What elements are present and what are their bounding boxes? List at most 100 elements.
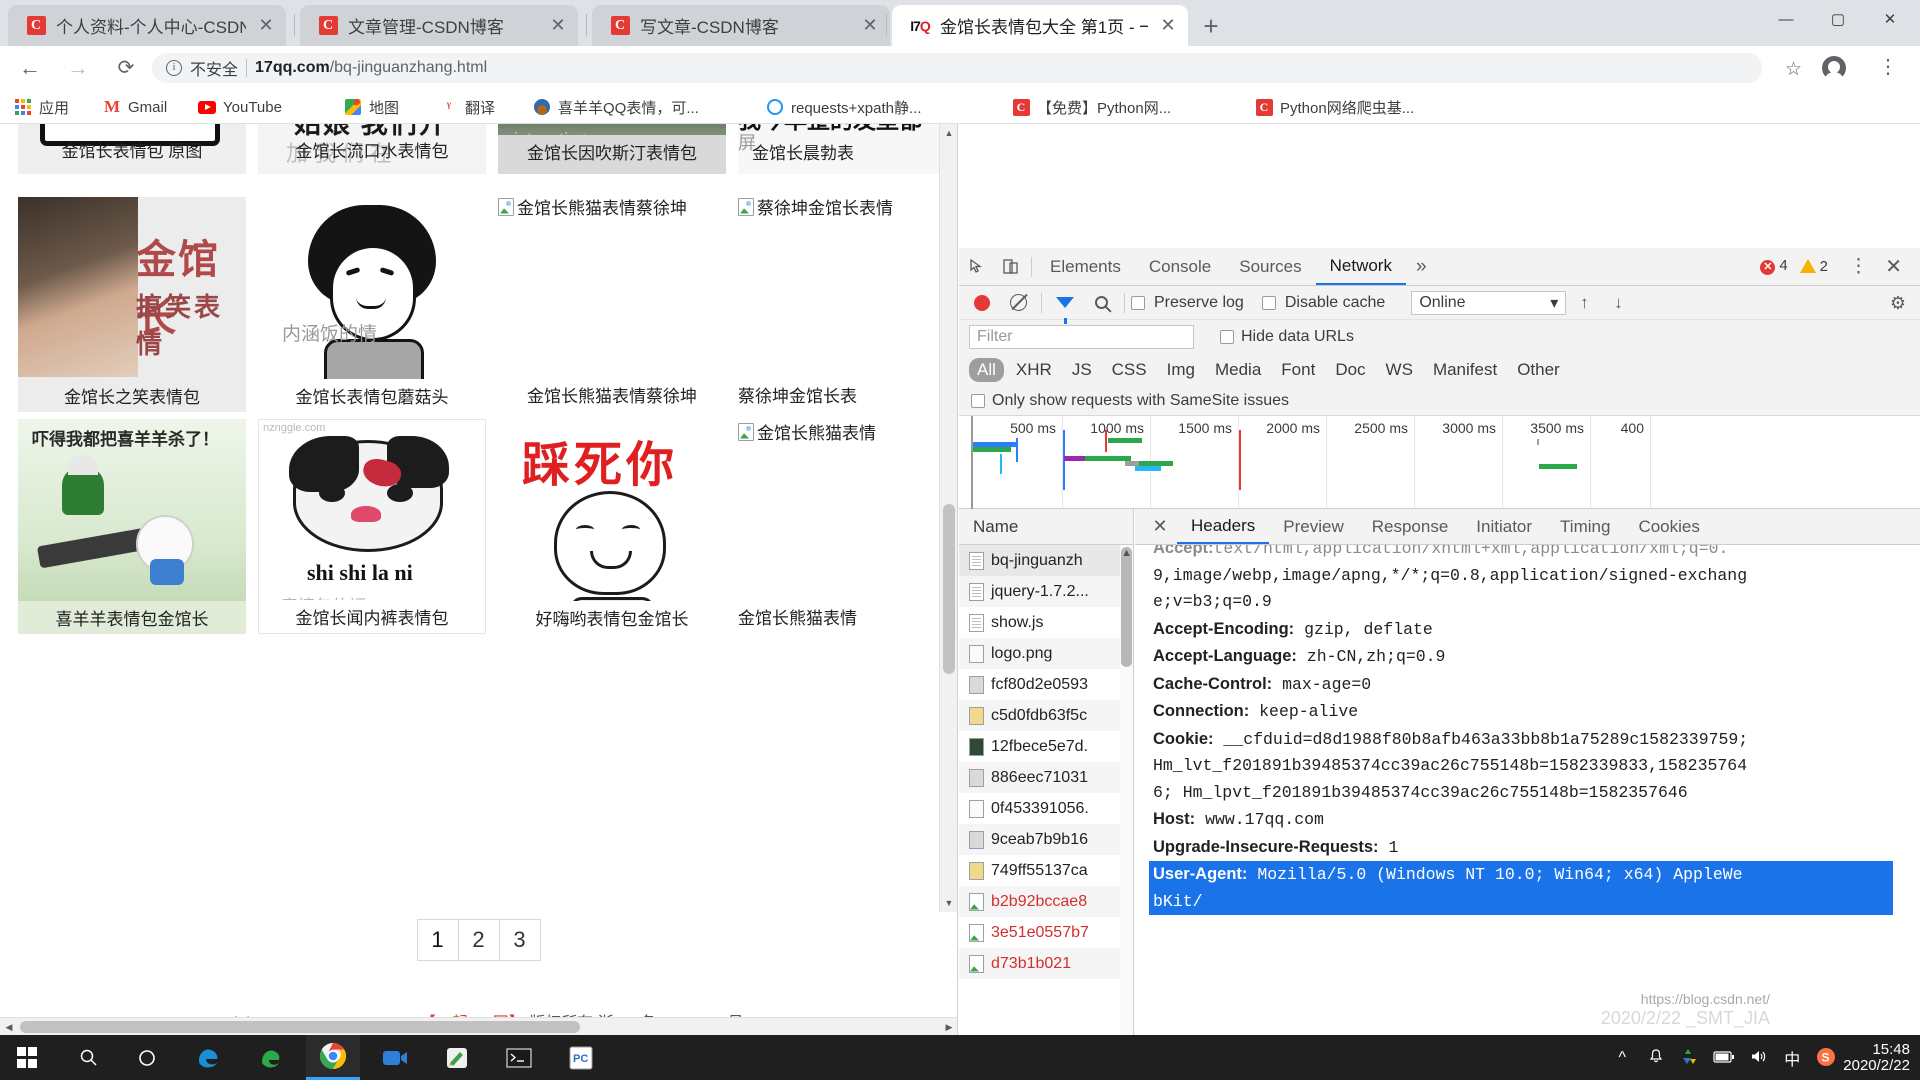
detail-tab-preview[interactable]: Preview (1269, 509, 1357, 544)
network-overview-timeline[interactable]: 500 ms 1000 ms 1500 ms 2000 ms 2500 ms 3… (959, 416, 1920, 509)
type-filter-img[interactable]: Img (1159, 358, 1203, 382)
bookmark-apps[interactable]: 应用 (14, 94, 69, 120)
table-row[interactable]: 3e51e0557b7 (959, 917, 1133, 948)
forward-arrow-icon[interactable]: → (62, 52, 94, 84)
gallery-cell-broken[interactable]: 金馆长熊猫表情 (738, 419, 958, 444)
browser-tab-1[interactable]: C 个人资料-个人中心-CSDN ✕ (8, 5, 286, 46)
table-row[interactable]: fcf80d2e0593 (959, 669, 1133, 700)
broken-image-item[interactable]: 蔡徐坤金馆长表情 (738, 194, 958, 219)
bookmark-youtube[interactable]: YouTube (198, 94, 282, 120)
taskbar-edge-icon[interactable] (182, 1035, 236, 1080)
start-button[interactable] (0, 1035, 54, 1080)
gallery-cell[interactable]: nznggle.com shi shi la ni 表情包的福 金馆长闻内裤表情… (258, 419, 486, 634)
type-filter-media[interactable]: Media (1207, 358, 1269, 382)
thumbnail-image[interactable]: 金馆长表情包 原图 (18, 124, 246, 174)
disable-cache-checkbox[interactable] (1262, 296, 1276, 310)
gear-icon[interactable]: ⚙ (1890, 293, 1906, 314)
new-tab-button[interactable]: + (1196, 12, 1226, 42)
reload-icon[interactable]: ⟳ (110, 52, 142, 84)
inspect-element-icon[interactable] (959, 252, 993, 282)
clear-button-icon[interactable] (1001, 288, 1035, 318)
gallery-cell[interactable]: 金馆长 搞笑表情 金馆长之笑表情包 (18, 197, 246, 412)
gallery-cell[interactable]: 蔡徐坤金馆长表 (738, 382, 958, 407)
preserve-log-checkbox[interactable] (1131, 296, 1145, 310)
thumbnail-image[interactable]: interesting 金馆长因吹斯汀表情包 (498, 124, 726, 174)
devtools-tab-network[interactable]: Network (1316, 248, 1406, 285)
filter-input[interactable]: Filter (969, 325, 1194, 349)
gallery-cell[interactable]: 内涵饭的情 金馆长表情包蘑菇头 (258, 197, 486, 412)
detail-tab-response[interactable]: Response (1358, 509, 1463, 544)
table-row[interactable]: logo.png (959, 638, 1133, 669)
gallery-cell[interactable]: interesting 金馆长因吹斯汀表情包 (498, 124, 726, 174)
type-filter-js[interactable]: JS (1064, 358, 1100, 382)
device-toolbar-icon[interactable] (993, 252, 1027, 282)
table-row[interactable]: bq-jinguanzh (959, 545, 1133, 576)
devtools-close-icon[interactable]: ✕ (1885, 254, 1902, 279)
samesite-checkbox[interactable] (971, 394, 985, 408)
browser-tab-4-active[interactable]: I7Q 金馆长表情包大全 第1页 - 一起Q ✕ (892, 5, 1188, 46)
taskbar-clock[interactable]: 15:48 2020/2/22 (1843, 1042, 1920, 1074)
thumbnail-image[interactable]: 姑娘 我们开 加我们在 金馆长流口水表情包 (258, 124, 486, 174)
devtools-issue-counts[interactable]: ✕4 2 (1760, 257, 1828, 275)
gallery-cell[interactable]: 踩死你 好嗨哟表情包金馆长 (498, 419, 726, 634)
pagination-page-1[interactable]: 1 (417, 919, 459, 961)
address-bar[interactable]: i 不安全 17qq.com/bq-jinguanzhang.html (152, 53, 1762, 83)
bookmark-requests-xpath[interactable]: requests+xpath静... (766, 94, 922, 120)
bookmark-maps[interactable]: 地图 (344, 94, 399, 120)
pagination-page-3[interactable]: 3 (499, 919, 541, 961)
detail-tab-cookies[interactable]: Cookies (1624, 509, 1713, 544)
taskbar-browser-icon[interactable] (244, 1035, 298, 1080)
scroll-right-arrow-icon[interactable]: ▶ (940, 1018, 958, 1035)
record-button-icon[interactable] (974, 295, 990, 311)
devtools-tab-sources[interactable]: Sources (1225, 248, 1315, 285)
table-row[interactable]: c5d0fdb63f5c (959, 700, 1133, 731)
gallery-cell-broken[interactable]: 金馆长熊猫表情蔡徐坤 (498, 194, 726, 219)
gallery-cell[interactable]: 姑娘 我们开 加我们在 金馆长流口水表情包 (258, 124, 486, 174)
table-row[interactable]: jquery-1.7.2... (959, 576, 1133, 607)
type-filter-font[interactable]: Font (1273, 358, 1323, 382)
header-line-selected[interactable]: bKit/ (1149, 889, 1893, 916)
window-close-button[interactable]: ✕ (1864, 0, 1916, 40)
scrollbar-thumb[interactable] (943, 504, 955, 674)
thumbnail-image[interactable]: 内涵饭的情 金馆长表情包蘑菇头 (258, 197, 486, 412)
type-filter-other[interactable]: Other (1509, 358, 1568, 382)
volume-icon[interactable] (1741, 1049, 1775, 1067)
scrollbar-thumb[interactable] (1121, 547, 1132, 667)
battery-icon[interactable] (1707, 1049, 1741, 1067)
bookmark-python-spider[interactable]: C Python网络爬虫基... (1255, 94, 1414, 120)
devtools-tab-elements[interactable]: Elements (1036, 248, 1135, 285)
type-filter-ws[interactable]: WS (1378, 358, 1421, 382)
show-hidden-icons-icon[interactable]: ^ (1605, 1049, 1639, 1067)
scroll-left-arrow-icon[interactable]: ◀ (0, 1018, 18, 1035)
type-filter-doc[interactable]: Doc (1327, 358, 1373, 382)
type-filter-all[interactable]: All (969, 358, 1004, 382)
page-horizontal-scrollbar[interactable]: ◀ ▶ (0, 1017, 958, 1035)
scroll-down-arrow-icon[interactable]: ▼ (940, 894, 958, 912)
bookmark-xiyangyang[interactable]: 喜羊羊QQ表情，可... (533, 94, 699, 120)
table-row[interactable]: b2b92bccae8 (959, 886, 1133, 917)
table-row[interactable]: show.js (959, 607, 1133, 638)
bookmark-python-free[interactable]: C 【免费】Python网... (1012, 94, 1171, 120)
taskbar-task-view-button[interactable] (120, 1035, 174, 1080)
window-minimize-button[interactable]: — (1760, 0, 1812, 40)
taskbar-search-button[interactable] (62, 1035, 116, 1080)
bookmark-gmail[interactable]: M Gmail (103, 94, 167, 120)
taskbar-chrome-icon[interactable] (306, 1035, 360, 1080)
gallery-cell[interactable]: 金馆长熊猫表情 (738, 604, 958, 629)
filter-funnel-icon[interactable] (1048, 288, 1082, 318)
back-arrow-icon[interactable]: ← (14, 52, 46, 84)
window-maximize-button[interactable]: ▢ (1812, 0, 1864, 40)
tab-close-button[interactable]: ✕ (548, 15, 568, 36)
info-circle-icon[interactable]: i (166, 60, 182, 76)
gallery-cell[interactable]: 金馆长熊猫表情蔡徐坤 (498, 382, 726, 407)
table-row[interactable]: 0f453391056. (959, 793, 1133, 824)
request-list-header[interactable]: Name (959, 509, 1133, 545)
gallery-cell[interactable]: 我今早整的发型都 屏 金馆长晨勃表 (738, 124, 958, 174)
pagination-page-2[interactable]: 2 (458, 919, 500, 961)
browser-tab-2[interactable]: C 文章管理-CSDN博客 ✕ (300, 5, 578, 46)
header-line-selected[interactable]: User-Agent: Mozilla/5.0 (Windows NT 10.0… (1149, 861, 1893, 889)
devtools-menu-icon[interactable]: ⋮ (1849, 255, 1868, 278)
gallery-cell[interactable]: 吓得我都把喜羊羊杀了！ 喜羊羊表情包金馆长 (18, 419, 246, 634)
thumbnail-image[interactable]: nznggle.com shi shi la ni 表情包的福 金馆长闻内裤表情… (258, 419, 486, 634)
table-row[interactable]: 749ff55137ca (959, 855, 1133, 886)
